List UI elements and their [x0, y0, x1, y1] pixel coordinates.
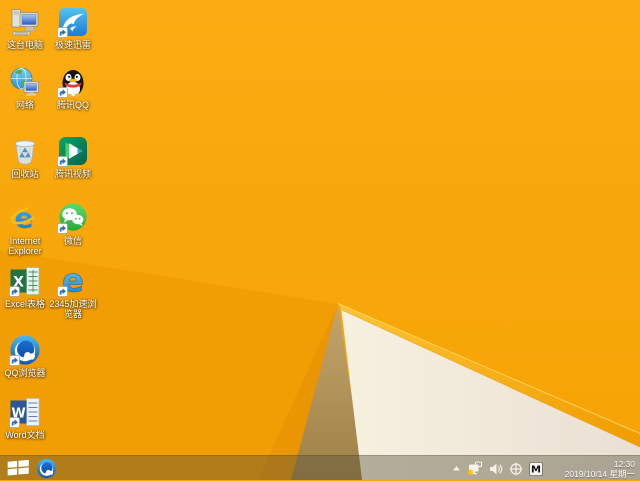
desktop-icon-label: 网络	[15, 100, 34, 110]
desktop-icon-word[interactable]: W Word文档	[0, 396, 55, 440]
system-tray: M 12:30 2019/10/14 星期一	[452, 456, 637, 481]
desktop-icon-label: 2345加速浏 览器	[49, 299, 97, 319]
show-hidden-icons-button[interactable]	[452, 464, 461, 473]
network-status-icon[interactable]	[467, 461, 483, 476]
desktop-icon-qq-browser[interactable]: QQ浏览器	[0, 334, 55, 378]
desktop-icon-tencent-qq[interactable]: 腾讯QQ	[43, 66, 103, 110]
recycle-bin-icon	[14, 140, 36, 165]
qq-browser-icon	[9, 335, 40, 366]
this-pc-icon	[11, 9, 39, 36]
qq-penguin-icon	[57, 70, 84, 98]
tray-clock[interactable]: 12:30 2019/10/14 星期一	[549, 459, 637, 479]
desktop-icon-label: 腾讯视频	[54, 169, 91, 179]
volume-icon[interactable]	[489, 462, 503, 476]
desktop-icon-xunlei-speed[interactable]: 极速迅雷	[43, 6, 103, 50]
desktop-icon-2345-browser[interactable]: e 2345加速浏 览器	[43, 265, 103, 319]
xunlei-icon	[57, 8, 87, 38]
desktop-icon-label: 极速迅雷	[54, 40, 91, 50]
network-icon	[10, 67, 39, 96]
clock-time: 12:30	[613, 458, 635, 469]
desktop-icon-tencent-video[interactable]: 腾讯视频	[43, 135, 103, 179]
internet-explorer-icon: e	[10, 202, 40, 234]
desktop-icon-label: Excel表格	[4, 299, 45, 309]
taskbar: M 12:30 2019/10/14 星期一	[0, 455, 640, 480]
desktop-icon-label: 回收站	[11, 169, 39, 179]
desktop-icon-label: Word文档	[5, 430, 45, 440]
word-icon: W	[9, 398, 40, 428]
desktop-icon-label: QQ浏览器	[4, 368, 46, 378]
tencent-video-icon	[57, 137, 87, 167]
wechat-icon	[57, 203, 87, 234]
svg-text:M: M	[531, 464, 541, 475]
desktop-icon-wechat[interactable]: 微信	[43, 202, 103, 246]
excel-icon: X	[9, 267, 40, 297]
desktop-icon-label: 这台电脑	[6, 40, 43, 50]
desktop-icon-label: 微信	[63, 236, 82, 246]
ime-indicator[interactable]: M	[529, 461, 543, 476]
2345-browser-icon: e	[57, 265, 84, 297]
start-button[interactable]	[7, 460, 31, 477]
clock-date: 2019/10/14 星期一	[564, 468, 635, 479]
desktop-icon-label: Internet Explorer	[8, 236, 42, 256]
desktop-icon-label: 腾讯QQ	[56, 100, 89, 110]
safely-remove-icon[interactable]	[509, 462, 523, 476]
taskbar-qq-browser-button[interactable]	[36, 458, 57, 479]
